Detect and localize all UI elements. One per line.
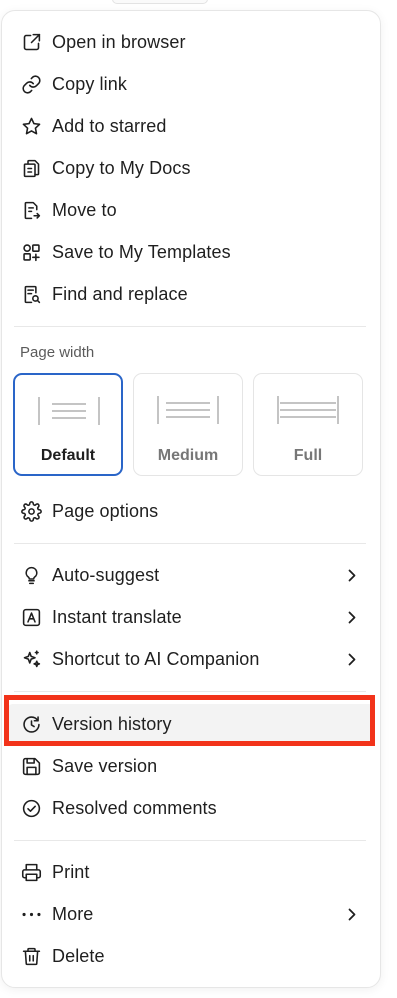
menu-item-label: Save version	[52, 755, 158, 776]
chevron-right-icon	[347, 568, 357, 582]
document-options-menu: Open in browser Copy link Add to starred	[1, 10, 381, 988]
width-medium-icon	[157, 394, 219, 426]
save-icon	[20, 755, 42, 777]
menu-divider	[14, 691, 366, 692]
menu-item-open-in-browser[interactable]: Open in browser	[7, 22, 375, 62]
menu-item-auto-suggest[interactable]: Auto-suggest	[7, 555, 375, 595]
check-circle-icon	[20, 797, 42, 819]
menu-item-label: Instant translate	[52, 606, 182, 627]
page-width-option-label: Medium	[157, 447, 219, 464]
lightbulb-icon	[20, 564, 42, 586]
page-width-default-option[interactable]: Default	[13, 373, 123, 476]
menu-item-label: Open in browser	[52, 31, 186, 52]
menu-item-label: Auto-suggest	[52, 564, 160, 585]
menu-anchor-nub	[112, 0, 208, 4]
menu-item-label: Copy link	[52, 73, 127, 94]
page-width-medium-option[interactable]: Medium	[133, 373, 243, 476]
menu-item-label: Find and replace	[52, 283, 188, 304]
menu-item-label: Resolved comments	[52, 797, 217, 818]
chevron-right-icon	[347, 610, 357, 624]
menu-item-more[interactable]: More	[7, 894, 375, 934]
menu-item-ai-companion-shortcut[interactable]: Shortcut to AI Companion	[7, 639, 375, 679]
find-replace-icon	[20, 283, 42, 305]
menu-item-copy-to-my-docs[interactable]: Copy to My Docs	[7, 148, 375, 188]
copy-docs-icon	[20, 157, 42, 179]
menu-item-instant-translate[interactable]: Instant translate	[7, 597, 375, 637]
menu-divider	[14, 326, 366, 327]
external-link-icon	[20, 31, 42, 53]
menu-item-save-version[interactable]: Save version	[7, 746, 375, 786]
menu-item-label: Version history	[52, 713, 172, 734]
menu-item-page-options[interactable]: Page options	[7, 491, 375, 531]
star-icon	[20, 115, 42, 137]
menu-divider	[14, 840, 366, 841]
menu-divider	[14, 543, 366, 544]
menu-item-label: More	[52, 903, 94, 924]
history-icon	[20, 713, 42, 735]
width-default-icon	[38, 395, 100, 427]
page-width-title: Page width	[20, 344, 95, 361]
printer-icon	[20, 861, 42, 883]
menu-item-copy-link[interactable]: Copy link	[7, 64, 375, 104]
more-dots-icon	[20, 903, 42, 925]
menu-item-label: Copy to My Docs	[52, 157, 191, 178]
menu-item-move-to[interactable]: Move to	[7, 190, 375, 230]
menu-item-label: Save to My Templates	[52, 241, 231, 262]
templates-icon	[20, 241, 42, 263]
page-width-full-option[interactable]: Full	[253, 373, 363, 476]
menu-item-version-history[interactable]: Version history	[7, 704, 375, 744]
menu-item-resolved-comments[interactable]: Resolved comments	[7, 788, 375, 828]
sparkle-icon	[20, 648, 42, 670]
menu-item-label: Shortcut to AI Companion	[52, 648, 260, 669]
menu-item-print[interactable]: Print	[7, 852, 375, 892]
menu-item-label: Add to starred	[52, 115, 167, 136]
chevron-right-icon	[347, 907, 357, 921]
chevron-right-icon	[347, 652, 357, 666]
translate-icon	[20, 606, 42, 628]
width-full-icon	[277, 394, 339, 426]
menu-item-label: Print	[52, 861, 90, 882]
menu-item-find-and-replace[interactable]: Find and replace	[7, 274, 375, 314]
page-width-option-label: Default	[40, 447, 96, 464]
move-to-icon	[20, 199, 42, 221]
link-icon	[20, 73, 42, 95]
menu-item-delete[interactable]: Delete	[7, 936, 375, 976]
page-width-option-label: Full	[293, 447, 323, 464]
menu-item-label: Delete	[52, 945, 105, 966]
trash-icon	[20, 945, 42, 967]
menu-item-save-to-templates[interactable]: Save to My Templates	[7, 232, 375, 272]
menu-item-label: Move to	[52, 199, 117, 220]
menu-item-label: Page options	[52, 500, 159, 521]
menu-item-add-to-starred[interactable]: Add to starred	[7, 106, 375, 146]
gear-icon	[20, 500, 42, 522]
